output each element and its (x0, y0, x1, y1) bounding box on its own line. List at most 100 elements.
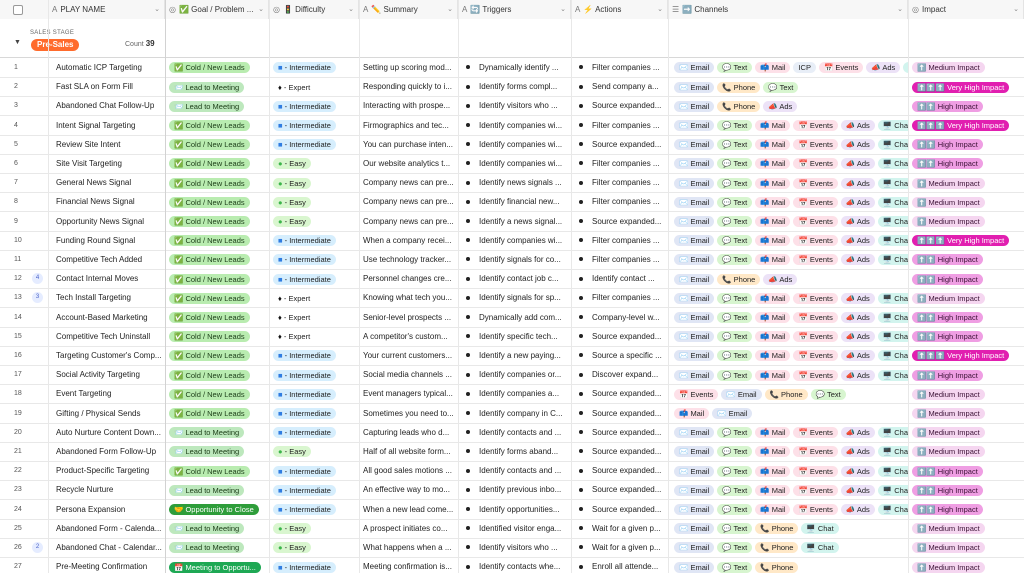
actions-cell[interactable]: Source expanded... (571, 384, 668, 403)
difficulty-cell[interactable]: ● - Easy (269, 212, 359, 231)
difficulty-cell[interactable]: ♦ - Expert (269, 77, 359, 96)
column-header-name[interactable]: A PLAY NAME ⌄ (48, 0, 165, 19)
channels-cell[interactable]: ✉️ Email 💬 Text 📫 Mail 📅 Events 📣 Ads 🖥️ Cha (670, 365, 908, 384)
triggers-cell[interactable]: Identify a new paying... (458, 346, 571, 365)
summary-cell[interactable]: An effective way to mo... (359, 480, 458, 499)
table-row[interactable]: 4 Intent Signal Targeting ✅ Cold / New Lea… (0, 116, 1024, 136)
column-header-channels[interactable]: ☰ ➡️ Channels ⌄ (668, 0, 908, 19)
column-header-triggers[interactable]: A 🔄 Triggers ⌄ (458, 0, 571, 19)
impact-cell[interactable]: ⬆️ Medium Impact (908, 442, 1024, 461)
goal-cell[interactable]: 📨 Lead to Meeting (165, 480, 269, 499)
comment-count-badge[interactable]: 4 (32, 273, 43, 285)
impact-cell[interactable]: ⬆️ Medium Impact (908, 192, 1024, 211)
actions-cell[interactable]: Filter companies ... (571, 58, 668, 77)
play-name-cell[interactable]: Abandoned Form Follow-Up (52, 442, 165, 461)
goal-cell[interactable]: 🤝 Opportunity to Close (165, 500, 269, 519)
difficulty-cell[interactable]: ● - Easy (269, 538, 359, 557)
actions-cell[interactable]: Filter companies ... (571, 250, 668, 269)
goal-cell[interactable]: ✅ Cold / New Leads (165, 288, 269, 307)
goal-cell[interactable]: 📨 Lead to Meeting (165, 423, 269, 442)
summary-cell[interactable]: Setting up scoring mod... (359, 58, 458, 77)
channels-cell[interactable]: ✉️ Email 📞 Phone 📣 Ads (670, 96, 908, 115)
table-row[interactable]: 6 Site Visit Targeting ✅ Cold / New Leads ●… (0, 154, 1024, 174)
actions-cell[interactable]: Source expanded... (571, 442, 668, 461)
table-row[interactable]: 7 General News Signal ✅ Cold / New Leads ● … (0, 173, 1024, 194)
goal-cell[interactable]: 📨 Lead to Meeting (165, 538, 269, 557)
summary-cell[interactable]: When a company recei... (359, 231, 458, 250)
difficulty-cell[interactable]: ■ - Intermediate (269, 269, 359, 288)
summary-cell[interactable]: A prospect initiates co... (359, 519, 458, 538)
triggers-cell[interactable]: Identify specific tech... (458, 327, 571, 346)
play-name-cell[interactable]: Gifting / Physical Sends (52, 404, 165, 423)
impact-cell[interactable]: ⬆️⬆️ High Impact (908, 96, 1024, 115)
summary-cell[interactable]: When a new lead come... (359, 500, 458, 519)
channels-cell[interactable]: ✉️ Email 💬 Text 📫 Mail 📅 Events 📣 Ads 🖥️ Cha (670, 500, 908, 519)
summary-cell[interactable]: Personnel changes cre... (359, 269, 458, 288)
table-row[interactable]: 3 Abandoned Chat Follow-Up 📨 Lead to Meeti… (0, 96, 1024, 117)
table-row[interactable]: 12 4 Contact Internal Moves ✅ Cold / New Le… (0, 269, 1024, 290)
summary-cell[interactable]: Your current customers... (359, 346, 458, 365)
triggers-cell[interactable]: Identify contacts and ... (458, 423, 571, 442)
channels-cell[interactable]: 📫 Mail ✉️ Email (670, 404, 908, 423)
triggers-cell[interactable]: Identify companies or... (458, 365, 571, 384)
comment-count-badge[interactable]: 2 (32, 542, 43, 553)
difficulty-cell[interactable]: ■ - Intermediate (269, 404, 359, 423)
select-all-checkbox[interactable] (13, 5, 23, 15)
column-menu-chevron-icon[interactable]: ⌄ (258, 0, 264, 19)
goal-cell[interactable]: ✅ Cold / New Leads (165, 173, 269, 192)
summary-cell[interactable]: What happens when a ... (359, 538, 458, 557)
summary-cell[interactable]: Firmographics and tec... (359, 116, 458, 135)
difficulty-cell[interactable]: ■ - Intermediate (269, 500, 359, 519)
impact-cell[interactable]: ⬆️ Medium Impact (908, 538, 1024, 557)
play-name-cell[interactable]: Competitive Tech Added (52, 250, 165, 269)
triggers-cell[interactable]: Identify contact job c... (458, 269, 571, 288)
table-row[interactable]: 14 Account-Based Marketing ✅ Cold / New Le… (0, 308, 1024, 328)
impact-cell[interactable]: ⬆️⬆️ High Impact (908, 480, 1024, 499)
triggers-cell[interactable]: Identify contacts whe... (458, 557, 571, 573)
play-name-cell[interactable]: Account-Based Marketing (52, 308, 165, 327)
summary-cell[interactable]: You can purchase inten... (359, 135, 458, 154)
table-row[interactable]: 27 Pre-Meeting Confirmation 📅 Meeting to O… (0, 557, 1024, 573)
difficulty-cell[interactable]: ■ - Intermediate (269, 250, 359, 269)
table-row[interactable]: 2 Fast SLA on Form Fill 📨 Lead to Meeting ♦… (0, 77, 1024, 98)
table-row[interactable]: 26 2 Abandoned Chat - Calendar... 📨 Lead to… (0, 538, 1024, 558)
summary-cell[interactable]: Event managers typical... (359, 384, 458, 403)
impact-cell[interactable]: ⬆️ Medium Impact (908, 212, 1024, 231)
goal-cell[interactable]: ✅ Cold / New Leads (165, 154, 269, 173)
impact-cell[interactable]: ⬆️⬆️ High Impact (908, 365, 1024, 384)
impact-cell[interactable]: ⬆️ Medium Impact (908, 404, 1024, 423)
table-row[interactable]: 13 3 Tech Install Targeting ✅ Cold / New Le… (0, 288, 1024, 309)
play-name-cell[interactable]: Tech Install Targeting (52, 288, 165, 307)
table-row[interactable]: 25 Abandoned Form - Calenda... 📨 Lead to M… (0, 519, 1024, 539)
summary-cell[interactable]: Half of all website form... (359, 442, 458, 461)
channels-cell[interactable]: ✉️ Email 💬 Text 📞 Phone 🖥️ Chat (670, 538, 908, 557)
difficulty-cell[interactable]: ♦ - Expert (269, 288, 359, 307)
play-name-cell[interactable]: General News Signal (52, 173, 165, 192)
difficulty-cell[interactable]: ■ - Intermediate (269, 557, 359, 573)
actions-cell[interactable]: Wait for a given p... (571, 519, 668, 538)
actions-cell[interactable]: Source expanded... (571, 212, 668, 231)
summary-cell[interactable]: Responding quickly to i... (359, 77, 458, 96)
table-row[interactable]: 24 Persona Expansion 🤝 Opportunity to Clos… (0, 500, 1024, 520)
table-row[interactable]: 11 Competitive Tech Added ✅ Cold / New Lea… (0, 250, 1024, 270)
play-name-cell[interactable]: Funding Round Signal (52, 231, 165, 250)
actions-cell[interactable]: Source expanded... (571, 500, 668, 519)
play-name-cell[interactable]: Product-Specific Targeting (52, 461, 165, 480)
table-row[interactable]: 5 Review Site Intent ✅ Cold / New Leads ■ -… (0, 135, 1024, 155)
goal-cell[interactable]: ✅ Cold / New Leads (165, 404, 269, 423)
goal-cell[interactable]: ✅ Cold / New Leads (165, 192, 269, 211)
summary-cell[interactable]: Capturing leads who d... (359, 423, 458, 442)
channels-cell[interactable]: ✉️ Email 💬 Text 📫 Mail 📅 Events 📣 Ads 🖥️ Cha (670, 173, 908, 192)
play-name-cell[interactable]: Abandoned Chat Follow-Up (52, 96, 165, 115)
table-row[interactable]: 17 Social Activity Targeting ✅ Cold / New … (0, 365, 1024, 386)
play-name-cell[interactable]: Fast SLA on Form Fill (52, 77, 165, 96)
triggers-cell[interactable]: Identify forms aband... (458, 442, 571, 461)
impact-cell[interactable]: ⬆️ Medium Impact (908, 557, 1024, 573)
difficulty-cell[interactable]: ■ - Intermediate (269, 384, 359, 403)
channels-cell[interactable]: ✉️ Email 💬 Text 📫 Mail 📅 Events 📣 Ads 🖥️ Cha (670, 308, 908, 327)
impact-cell[interactable]: ⬆️ Medium Impact (908, 58, 1024, 77)
channels-cell[interactable]: ✉️ Email 💬 Text 📫 Mail 📅 Events 📣 Ads 🖥️ Cha (670, 480, 908, 499)
actions-cell[interactable]: Filter companies ... (571, 192, 668, 211)
actions-cell[interactable]: Filter companies ... (571, 231, 668, 250)
table-row[interactable]: 1 Automatic ICP Targeting ✅ Cold / New Lea… (0, 58, 1024, 78)
